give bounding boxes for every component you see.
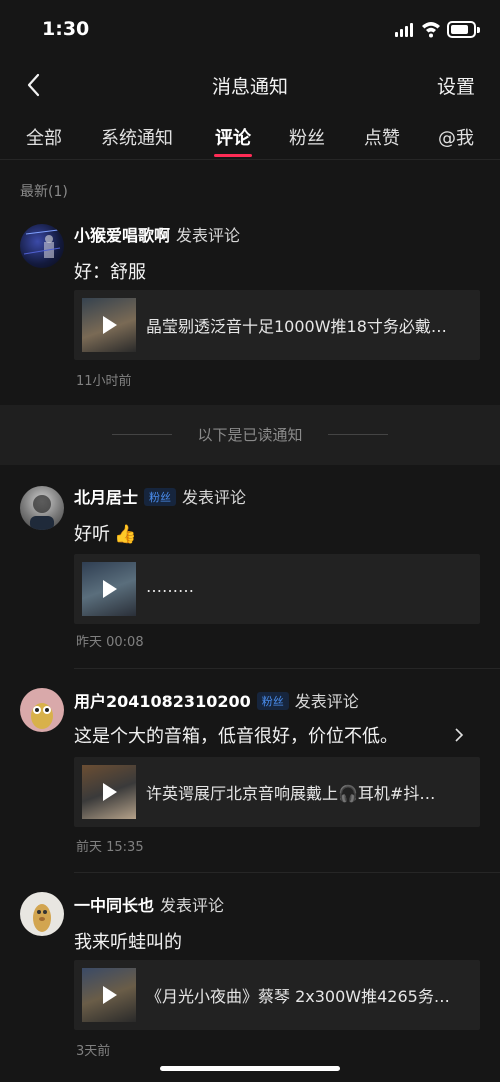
fan-badge: 粉丝 xyxy=(256,692,289,710)
tab-likes[interactable]: 点赞 xyxy=(364,124,400,150)
video-thumbnail xyxy=(82,298,136,352)
play-icon xyxy=(103,316,117,334)
action-text: 发表评论 xyxy=(176,226,241,245)
notification-item[interactable]: 小猴爱唱歌啊 发表评论 好：舒服 晶莹剔透泛音十足1000W推18寸务必戴… 11… xyxy=(0,222,500,402)
comment-text: 我来听蛙叫的 xyxy=(74,932,182,953)
video-thumbnail xyxy=(82,562,136,616)
notification-item[interactable]: 一中同长也 发表评论 我来听蛙叫的 《月光小夜曲》蔡琴 2x300W推4265务…… xyxy=(0,892,500,1072)
action-text: 发表评论 xyxy=(294,692,359,711)
notification-header: 用户2041082310200 粉丝 发表评论 xyxy=(74,688,359,712)
notification-header: 一中同长也 发表评论 xyxy=(74,892,224,916)
tab-comments[interactable]: 评论 xyxy=(215,124,251,150)
tab-mentions[interactable]: @我 xyxy=(438,124,474,150)
settings-button[interactable]: 设置 xyxy=(437,72,475,99)
notification-header: 小猴爱唱歌啊 发表评论 xyxy=(74,222,240,246)
action-text: 发表评论 xyxy=(160,896,225,915)
expand-chevron-icon[interactable] xyxy=(454,728,464,742)
comment-text: 好听 👍 xyxy=(74,520,136,546)
notification-item[interactable]: 用户2041082310200 粉丝 发表评论 这是个大的音箱，低音很好，价位不低。… xyxy=(0,688,500,868)
timestamp: 11小时前 xyxy=(76,374,132,389)
battery-icon xyxy=(447,21,480,38)
avatar[interactable] xyxy=(20,224,64,268)
tab-fans[interactable]: 粉丝 xyxy=(289,124,325,150)
status-bar: 1:30 xyxy=(0,0,500,60)
video-title: ……… xyxy=(146,577,194,596)
timestamp: 3天前 xyxy=(76,1044,111,1059)
page-title: 消息通知 xyxy=(211,76,288,98)
read-divider-label: 以下是已读通知 xyxy=(197,426,303,444)
video-card[interactable]: 晶莹剔透泛音十足1000W推18寸务必戴… xyxy=(74,290,480,360)
comment-body: 好听 xyxy=(74,524,110,545)
action-text: 发表评论 xyxy=(182,488,247,507)
active-tab-indicator xyxy=(214,154,252,157)
wifi-icon xyxy=(422,22,440,38)
tab-all[interactable]: 全部 xyxy=(26,124,62,150)
comment-body: 这是个大的音箱，低音很好，价位不低。 xyxy=(74,726,398,747)
play-icon xyxy=(103,580,117,598)
video-title: 许英谔展厅北京音响展戴上🎧耳机#抖… xyxy=(146,784,436,803)
comment-text: 好：舒服 xyxy=(74,262,146,283)
username[interactable]: 北月居士 xyxy=(74,488,138,507)
video-title: 《月光小夜曲》蔡琴 2x300W推4265务… xyxy=(146,987,450,1006)
video-thumbnail xyxy=(82,968,136,1022)
nav-bar: 消息通知 设置 xyxy=(0,60,500,110)
tab-system[interactable]: 系统通知 xyxy=(101,124,173,150)
notification-item[interactable]: 北月居士 粉丝 发表评论 好听 👍 ……… 昨天 00:08 xyxy=(0,484,500,664)
video-thumbnail xyxy=(82,765,136,819)
timestamp: 前天 15:35 xyxy=(76,840,144,855)
home-indicator[interactable] xyxy=(160,1066,340,1071)
comment-text: 这是个大的音箱，低音很好，价位不低。 xyxy=(74,722,464,748)
avatar[interactable] xyxy=(20,688,64,732)
thumbs-up-emoji: 👍 xyxy=(114,524,137,545)
video-card[interactable]: 《月光小夜曲》蔡琴 2x300W推4265务… xyxy=(74,960,480,1030)
timestamp: 昨天 00:08 xyxy=(76,635,144,650)
video-card[interactable]: 许英谔展厅北京音响展戴上🎧耳机#抖… xyxy=(74,757,480,827)
divider xyxy=(74,872,500,873)
divider-line xyxy=(328,434,388,435)
read-divider: 以下是已读通知 xyxy=(0,405,500,465)
video-card[interactable]: ……… xyxy=(74,554,480,624)
notification-header: 北月居士 粉丝 发表评论 xyxy=(74,484,246,508)
username[interactable]: 小猴爱唱歌啊 xyxy=(74,226,170,245)
username[interactable]: 一中同长也 xyxy=(74,896,154,915)
status-time: 1:30 xyxy=(42,18,90,40)
divider xyxy=(74,668,500,669)
cellular-signal-icon xyxy=(395,23,415,37)
video-title: 晶莹剔透泛音十足1000W推18寸务必戴… xyxy=(146,317,447,336)
avatar[interactable] xyxy=(20,892,64,936)
play-icon xyxy=(103,783,117,801)
fan-badge: 粉丝 xyxy=(144,488,177,506)
username[interactable]: 用户2041082310200 xyxy=(74,692,251,711)
avatar[interactable] xyxy=(20,486,64,530)
tab-bar: 全部 系统通知 评论 粉丝 点赞 @我 xyxy=(0,110,500,160)
play-icon xyxy=(103,986,117,1004)
recent-section-label: 最新(1) xyxy=(20,184,68,200)
